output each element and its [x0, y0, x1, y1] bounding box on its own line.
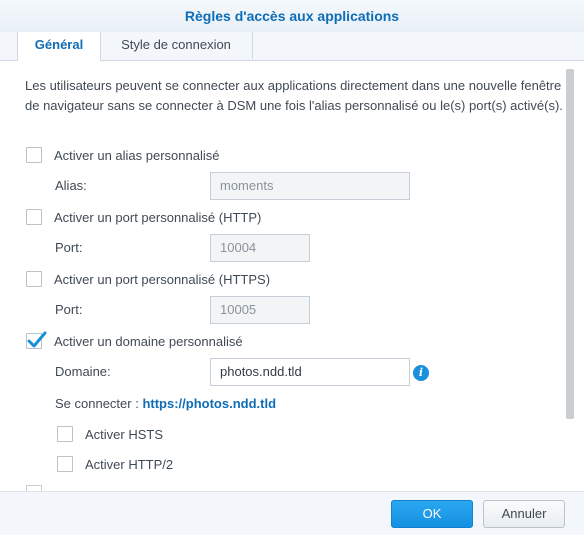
- domain-checkbox-label: Activer un domaine personnalisé: [54, 333, 243, 349]
- http2-checkbox[interactable]: [57, 456, 73, 472]
- connect-line: Se connecter : https://photos.ndd.tld: [55, 396, 276, 411]
- http-port-input[interactable]: 10004: [210, 234, 310, 262]
- alias-input[interactable]: moments: [210, 172, 410, 200]
- title-bar: Règles d'accès aux applications: [0, 0, 584, 32]
- hsts-checkbox[interactable]: [57, 426, 73, 442]
- http-port-checkbox-label: Activer un port personnalisé (HTTP): [54, 209, 262, 225]
- checkmark-icon: [27, 331, 47, 348]
- alias-checkbox-row[interactable]: Activer un alias personnalisé: [26, 145, 219, 165]
- alias-checkbox-label: Activer un alias personnalisé: [54, 147, 220, 163]
- http2-checkbox-row[interactable]: Activer HTTP/2: [57, 454, 173, 474]
- tab-bar: Général Style de connexion: [0, 32, 584, 62]
- hsts-checkbox-row[interactable]: Activer HSTS: [57, 424, 163, 444]
- domain-input[interactable]: photos.ndd.tld: [210, 358, 410, 386]
- https-port-checkbox-row[interactable]: Activer un port personnalisé (HTTPS): [26, 269, 270, 289]
- dialog-footer: OK Annuler: [0, 491, 584, 535]
- https-port-checkbox-label: Activer un port personnalisé (HTTPS): [54, 271, 271, 287]
- http-port-checkbox-row[interactable]: Activer un port personnalisé (HTTP): [26, 207, 261, 227]
- info-icon[interactable]: i: [413, 365, 429, 381]
- hsts-checkbox-label: Activer HSTS: [85, 426, 164, 442]
- http-port-field-label: Port:: [55, 240, 83, 255]
- window-title: Règles d'accès aux applications: [184, 8, 400, 24]
- http-port-checkbox[interactable]: [26, 209, 42, 225]
- alias-field-label: Alias:: [55, 178, 87, 193]
- domain-field-label: Domaine:: [55, 364, 111, 379]
- alias-checkbox[interactable]: [26, 147, 42, 163]
- tab-general[interactable]: Général: [17, 32, 101, 62]
- description-text: Les utilisateurs peuvent se connecter au…: [25, 78, 563, 113]
- connect-label: Se connecter :: [55, 396, 139, 411]
- https-port-checkbox[interactable]: [26, 271, 42, 287]
- https-port-input[interactable]: 10005: [210, 296, 310, 324]
- cancel-button[interactable]: Annuler: [483, 500, 565, 528]
- tab-connection-style[interactable]: Style de connexion: [100, 32, 253, 59]
- settings-panel: Les utilisateurs peuvent se connecter au…: [0, 61, 584, 491]
- ok-button[interactable]: OK: [391, 500, 473, 528]
- http2-checkbox-label: Activer HTTP/2: [85, 456, 174, 472]
- https-port-field-label: Port:: [55, 302, 83, 317]
- scrollbar[interactable]: [566, 69, 574, 419]
- connect-link[interactable]: https://photos.ndd.tld: [142, 396, 276, 411]
- domain-checkbox[interactable]: [26, 331, 47, 349]
- domain-checkbox-row[interactable]: Activer un domaine personnalisé: [26, 331, 243, 351]
